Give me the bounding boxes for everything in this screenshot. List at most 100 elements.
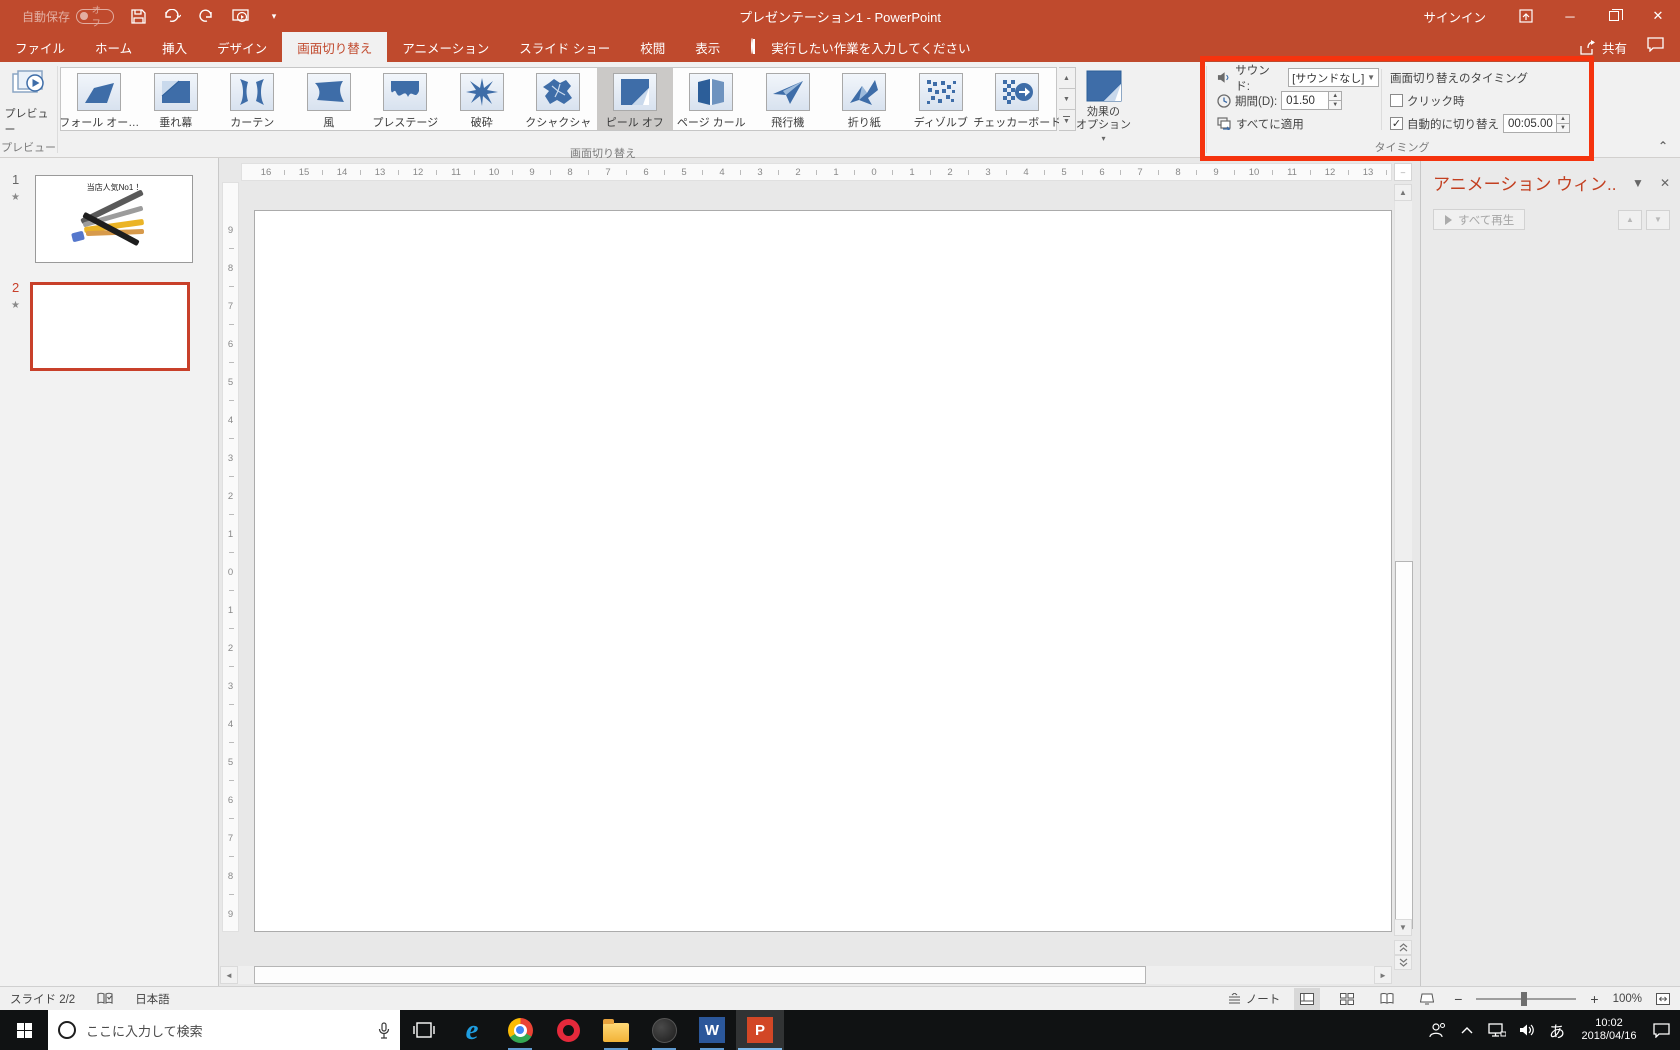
transition-fall-over[interactable]: フォール オー…	[59, 68, 139, 130]
transition-curtains[interactable]: カーテン	[214, 68, 291, 130]
vertical-scroll-thumb[interactable]	[1395, 561, 1413, 929]
preview-button[interactable]: プレビュー	[5, 66, 53, 137]
start-button[interactable]	[0, 1010, 48, 1050]
undo-button[interactable]	[162, 5, 182, 27]
previous-slide-button[interactable]	[1394, 940, 1412, 955]
fit-to-window-icon[interactable]	[1656, 992, 1670, 1005]
ribbon-display-options-button[interactable]	[1504, 0, 1548, 32]
file-explorer-taskbar-button[interactable]	[592, 1010, 640, 1050]
apply-all-button[interactable]: すべてに適用	[1217, 113, 1379, 134]
slide2-transition-star-icon[interactable]: ★	[11, 300, 20, 311]
taskbar-clock[interactable]: 10:02 2018/04/16	[1572, 1017, 1646, 1043]
transition-airplane[interactable]: 飛行機	[750, 68, 827, 130]
minimize-button[interactable]: ─	[1548, 0, 1592, 32]
autosave-toggle[interactable]: 自動保存 オフ	[22, 5, 115, 28]
vertical-scrollbar[interactable]: ▲ ▼	[1394, 184, 1413, 936]
ruler-corner-box[interactable]: –	[1394, 163, 1412, 181]
zoom-level[interactable]: 100%	[1613, 993, 1642, 1005]
auto-advance-row[interactable]: ✓ 自動的に切り替え 00:05.00 ▲ ▼	[1390, 113, 1570, 134]
pane-close-icon[interactable]: ✕	[1660, 176, 1670, 190]
slide1-thumbnail[interactable]: 当店人気No1！	[35, 175, 193, 263]
tab-review[interactable]: 校閲	[625, 32, 680, 62]
slide-canvas[interactable]	[254, 210, 1392, 932]
transition-origami[interactable]: 折り紙	[826, 68, 903, 130]
tell-me-box[interactable]: 実行したい作業を入力してください	[735, 32, 971, 62]
auto-advance-spinner[interactable]: ▲ ▼	[1556, 115, 1569, 132]
pane-options-dropdown-icon[interactable]: ▼	[1632, 176, 1644, 190]
redo-button[interactable]	[196, 5, 216, 27]
taskbar-search-box[interactable]: ここに入力して検索	[48, 1010, 400, 1050]
effect-options-button[interactable]: 効果の オプション ▾	[1076, 66, 1132, 145]
transition-checkerboard[interactable]: チェッカーボード	[973, 68, 1061, 130]
task-view-button[interactable]	[400, 1010, 448, 1050]
save-button[interactable]	[128, 5, 148, 27]
tab-design[interactable]: デザイン	[202, 32, 282, 62]
vertical-ruler[interactable]: 9876543210123456789	[222, 182, 239, 932]
transition-peel-off[interactable]: ピール オフ	[596, 68, 673, 130]
zoom-in-button[interactable]: +	[1590, 991, 1598, 1007]
reading-view-button[interactable]	[1374, 988, 1400, 1010]
microphone-icon[interactable]	[378, 1021, 390, 1039]
scroll-right-button[interactable]: ►	[1374, 966, 1392, 984]
tab-home[interactable]: ホーム	[80, 32, 147, 62]
transition-page-curl[interactable]: ページ カール	[673, 68, 750, 130]
spin-down-icon[interactable]: ▼	[1557, 124, 1569, 132]
app-dark-taskbar-button[interactable]	[640, 1010, 688, 1050]
signin-link[interactable]: サインイン	[1405, 7, 1504, 26]
tab-slideshow[interactable]: スライド ショー	[504, 32, 625, 62]
opera-taskbar-button[interactable]	[544, 1010, 592, 1050]
slide-sorter-view-button[interactable]	[1334, 988, 1360, 1010]
spellcheck-icon[interactable]	[97, 992, 113, 1005]
gallery-more-button[interactable]: ▼	[1058, 110, 1075, 130]
share-button[interactable]: 共有	[1580, 38, 1627, 57]
comments-button[interactable]	[1647, 37, 1664, 57]
slide-indicator[interactable]: スライド 2/2	[10, 991, 75, 1007]
people-tray-icon[interactable]	[1422, 1010, 1452, 1050]
horizontal-scrollbar[interactable]: ◄ ►	[220, 966, 1392, 984]
restore-button[interactable]	[1592, 0, 1636, 32]
vertical-scroll-track[interactable]	[1394, 201, 1413, 929]
on-click-checkbox[interactable]	[1390, 94, 1403, 107]
tab-view[interactable]: 表示	[680, 32, 735, 62]
duration-spinner[interactable]: ▲ ▼	[1328, 92, 1342, 109]
horizontal-scroll-track[interactable]	[238, 966, 1374, 984]
language-indicator[interactable]: 日本語	[135, 991, 170, 1007]
customize-qat-button[interactable]: ▾	[264, 5, 284, 27]
zoom-slider-thumb[interactable]	[1521, 991, 1528, 1006]
next-slide-button[interactable]	[1394, 955, 1412, 970]
transition-dissolve[interactable]: ディゾルブ	[903, 68, 980, 130]
move-earlier-button[interactable]: ▲	[1618, 209, 1642, 230]
auto-advance-checkbox[interactable]: ✓	[1390, 117, 1403, 130]
on-click-checkbox-row[interactable]: クリック時	[1390, 90, 1570, 111]
auto-advance-spinbox[interactable]: 00:05.00 ▲ ▼	[1503, 114, 1570, 133]
spin-down-icon[interactable]: ▼	[1329, 101, 1342, 109]
sound-dropdown[interactable]: [サウンドなし] ▼	[1288, 68, 1379, 87]
duration-spinbox[interactable]: 01.50 ▲ ▼	[1281, 91, 1343, 110]
autosave-switch[interactable]: オフ	[76, 5, 115, 28]
show-hidden-icons-button[interactable]	[1452, 1010, 1482, 1050]
scroll-down-button[interactable]: ▼	[1394, 919, 1412, 936]
chrome-taskbar-button[interactable]	[496, 1010, 544, 1050]
play-all-button[interactable]: すべて再生	[1433, 209, 1526, 230]
transition-drape[interactable]: 垂れ幕	[138, 68, 215, 130]
action-center-button[interactable]	[1646, 1010, 1676, 1050]
horizontal-ruler[interactable]: 16 15 14 13 12 11 10 9 8 7 6 5 4 3 2 1 0 1 2 3 4 5 6 7 8 9 10 11 12 1…	[241, 163, 1392, 181]
spin-up-icon[interactable]: ▲	[1557, 115, 1569, 124]
tab-transitions[interactable]: 画面切り替え	[282, 32, 388, 62]
network-tray-icon[interactable]	[1482, 1010, 1512, 1050]
slideshow-view-button[interactable]	[1414, 988, 1440, 1010]
start-from-beginning-button[interactable]	[230, 5, 250, 27]
move-later-button[interactable]: ▼	[1646, 209, 1670, 230]
scroll-up-button[interactable]: ▲	[1394, 184, 1412, 201]
horizontal-scroll-thumb[interactable]	[254, 966, 1146, 984]
tab-insert[interactable]: 挿入	[147, 32, 202, 62]
transition-shatter[interactable]: 破砕	[444, 68, 521, 130]
slide1-transition-star-icon[interactable]: ★	[11, 192, 20, 203]
word-taskbar-button[interactable]: W	[688, 1010, 736, 1050]
close-button[interactable]: ✕	[1636, 0, 1680, 32]
zoom-out-button[interactable]: −	[1454, 991, 1462, 1007]
tab-animations[interactable]: アニメーション	[387, 32, 504, 62]
transition-crush[interactable]: クシャクシャ	[520, 68, 597, 130]
zoom-slider[interactable]	[1476, 991, 1577, 1006]
transition-wind[interactable]: 風	[291, 68, 368, 130]
